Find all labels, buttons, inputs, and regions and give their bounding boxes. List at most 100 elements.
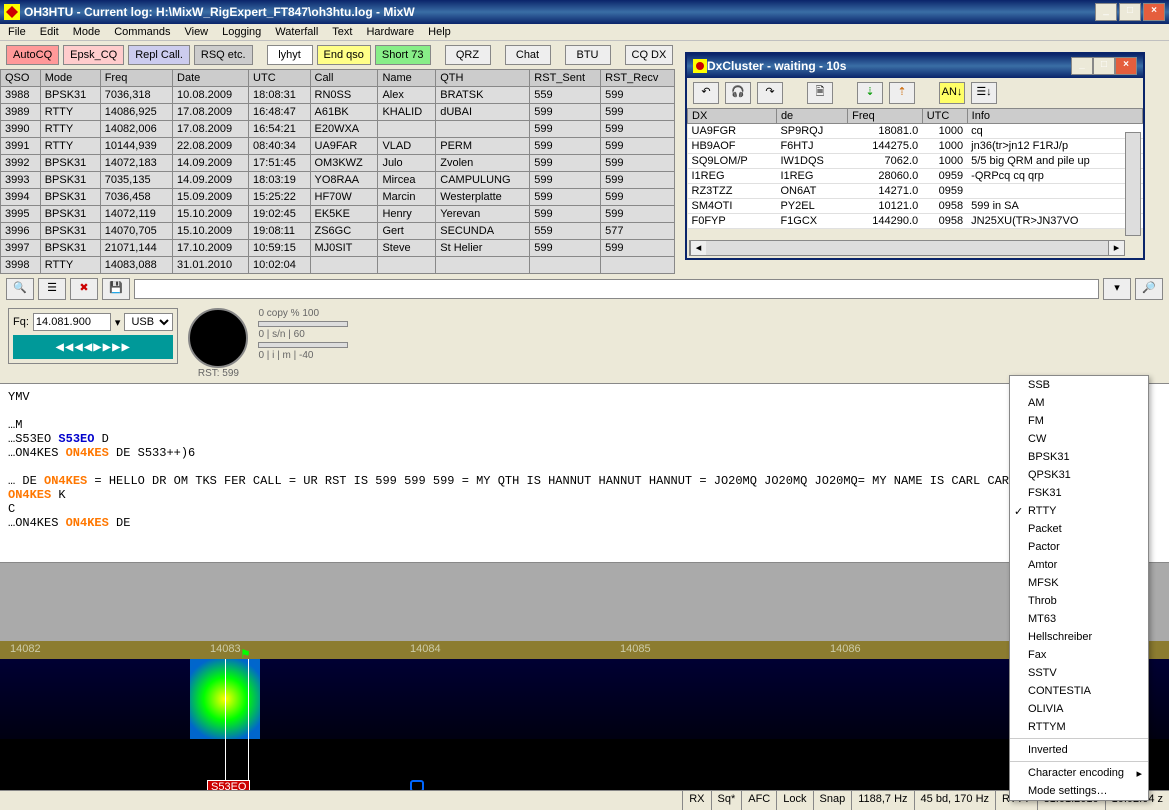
dx-hscroll-right[interactable]: ▸ <box>1108 241 1124 255</box>
macro-epsk-cq[interactable]: Epsk_CQ <box>63 45 124 65</box>
log-header[interactable]: RST_Sent <box>530 70 601 87</box>
dx-header[interactable]: Info <box>967 109 1142 124</box>
waterfall-cursor2[interactable] <box>248 659 249 796</box>
freq-dropdown-icon[interactable]: ▾ <box>115 316 121 329</box>
tx-window[interactable] <box>0 563 1169 641</box>
menu-mode[interactable]: Mode <box>73 26 101 38</box>
mode-menu-charenc[interactable]: Character encoding <box>1010 764 1148 782</box>
mode-menu-item[interactable]: MFSK <box>1010 574 1148 592</box>
menu-commands[interactable]: Commands <box>114 26 170 38</box>
log-row[interactable]: 3995BPSK3114072,11915.10.200919:02:45EK5… <box>1 206 675 223</box>
log-header[interactable]: Name <box>378 70 436 87</box>
dx-row[interactable]: F0FYPF1GCX144290.00958JN25XU(TR>JN37VO <box>688 214 1143 229</box>
mode-menu-item[interactable]: FM <box>1010 412 1148 430</box>
dx-header[interactable]: de <box>776 109 847 124</box>
waterfall-cursor[interactable] <box>225 659 226 796</box>
dx-row[interactable]: UA9FGRSP9RQJ18081.01000cq <box>688 124 1143 139</box>
minimize-button[interactable]: _ <box>1095 3 1117 21</box>
macro-btu[interactable]: BTU <box>565 45 611 65</box>
menu-help[interactable]: Help <box>428 26 451 38</box>
macro-short73[interactable]: Short 73 <box>375 45 431 65</box>
dx-header[interactable]: DX <box>688 109 777 124</box>
log-header[interactable]: RST_Recv <box>601 70 675 87</box>
dx-row[interactable]: SQ9LOM/PIW1DQS7062.010005/5 big QRM and … <box>688 154 1143 169</box>
mode-menu-item[interactable]: FSK31 <box>1010 484 1148 502</box>
binoc-button[interactable]: 🔍 <box>6 278 34 300</box>
menu-text[interactable]: Text <box>332 26 352 38</box>
dx-download-icon[interactable]: ⇣ <box>857 82 883 104</box>
dx-header[interactable]: Freq <box>848 109 923 124</box>
mode-menu-item[interactable]: MT63 <box>1010 610 1148 628</box>
mode-menu-item[interactable]: Packet <box>1010 520 1148 538</box>
log-header[interactable]: UTC <box>249 70 310 87</box>
log-row[interactable]: 3997BPSK3121071,14417.10.200910:59:15MJ0… <box>1 240 675 257</box>
log-header[interactable]: Date <box>173 70 249 87</box>
dx-upload-icon[interactable]: ⇡ <box>889 82 915 104</box>
macro-rsq[interactable]: RSQ etc. <box>194 45 253 65</box>
dx-row[interactable]: RZ3TZZON6AT14271.00959 <box>688 184 1143 199</box>
dx-hscroll-left[interactable]: ◂ <box>690 241 706 255</box>
mode-menu-item[interactable]: QPSK31 <box>1010 466 1148 484</box>
freq-mode[interactable]: USB <box>124 313 173 331</box>
dx-vscroll[interactable] <box>1125 132 1141 236</box>
delete-button[interactable]: ✖ <box>70 278 98 300</box>
dx-page-icon[interactable]: 🗎 <box>807 82 833 104</box>
dx-headphone-icon[interactable]: 🎧 <box>725 82 751 104</box>
maximize-button[interactable]: □ <box>1119 3 1141 21</box>
menu-logging[interactable]: Logging <box>222 26 261 38</box>
mode-menu-item[interactable]: SSB <box>1010 376 1148 394</box>
dx-row[interactable]: I1REGI1REG28060.00959-QRPcq cq qrp <box>688 169 1143 184</box>
dx-list-icon[interactable]: ☰↓ <box>971 82 997 104</box>
macro-lyhyt[interactable]: lyhyt <box>267 45 313 65</box>
mode-menu-item[interactable]: BPSK31 <box>1010 448 1148 466</box>
dx-back-icon[interactable]: ↶ <box>693 82 719 104</box>
dx-hscroll[interactable]: ◂ ▸ <box>689 240 1125 256</box>
log-header[interactable]: Call <box>310 70 378 87</box>
menu-view[interactable]: View <box>184 26 208 38</box>
dx-minimize[interactable]: _ <box>1071 57 1093 75</box>
menu-file[interactable]: File <box>8 26 26 38</box>
menu-hardware[interactable]: Hardware <box>366 26 414 38</box>
freq-value[interactable] <box>33 313 111 331</box>
macro-end-qso[interactable]: End qso <box>317 45 371 65</box>
log-header[interactable]: QTH <box>436 70 530 87</box>
dropdown-button[interactable]: ▾ <box>1103 278 1131 300</box>
callsign-entry[interactable] <box>134 279 1099 299</box>
log-row[interactable]: 3989RTTY14086,92517.08.200916:48:47A61BK… <box>1 104 675 121</box>
mode-menu-item[interactable]: OLIVIA <box>1010 700 1148 718</box>
mode-menu-item[interactable]: CONTESTIA <box>1010 682 1148 700</box>
mode-menu-item[interactable]: SSTV <box>1010 664 1148 682</box>
log-header[interactable]: Freq <box>100 70 172 87</box>
dx-forward-icon[interactable]: ↷ <box>757 82 783 104</box>
macro-chat[interactable]: Chat <box>505 45 551 65</box>
log-row[interactable]: 3990RTTY14082,00617.08.200916:54:21E20WX… <box>1 121 675 138</box>
status-snap[interactable]: Snap <box>813 791 852 810</box>
mode-menu-item[interactable]: Pactor <box>1010 538 1148 556</box>
rx-window[interactable]: YMV …M …S53EO S53EO D …ON4KES ON4KES DE … <box>0 383 1169 563</box>
macro-qrz[interactable]: QRZ <box>445 45 491 65</box>
dx-announce-button[interactable]: AN↓ <box>939 82 965 104</box>
mode-menu-item[interactable]: Throb <box>1010 592 1148 610</box>
log-row[interactable]: 3992BPSK3114072,18314.09.200917:51:45OM3… <box>1 155 675 172</box>
macro-cqdx[interactable]: CQ DX <box>625 45 674 65</box>
mode-menu-settings[interactable]: Mode settings… <box>1010 782 1148 800</box>
status-sq[interactable]: Sq* <box>711 791 742 810</box>
menu-edit[interactable]: Edit <box>40 26 59 38</box>
waterfall[interactable]: 14082 14083 14084 14085 14086 ⚑ S53EO <box>0 641 1169 796</box>
menu-waterfall[interactable]: Waterfall <box>275 26 318 38</box>
log-row[interactable]: 3998RTTY14083,08831.01.201010:02:04 <box>1 257 675 274</box>
mode-menu-item[interactable]: Fax <box>1010 646 1148 664</box>
log-header[interactable]: Mode <box>40 70 100 87</box>
dx-header[interactable]: UTC <box>922 109 967 124</box>
mode-menu-item[interactable]: Hellschreiber <box>1010 628 1148 646</box>
dx-close[interactable]: × <box>1115 57 1137 75</box>
status-rx[interactable]: RX <box>682 791 710 810</box>
log-row[interactable]: 3991RTTY10144,93922.08.200908:40:34UA9FA… <box>1 138 675 155</box>
mode-menu-item[interactable]: RTTY <box>1010 502 1148 520</box>
log-row[interactable]: 3994BPSK317036,45815.09.200915:25:22HF70… <box>1 189 675 206</box>
lookup-button[interactable]: 🔎 <box>1135 278 1163 300</box>
close-button[interactable]: × <box>1143 3 1165 21</box>
status-lock[interactable]: Lock <box>776 791 812 810</box>
log-row[interactable]: 3996BPSK3114070,70515.10.200919:08:11ZS6… <box>1 223 675 240</box>
mode-menu-item[interactable]: Amtor <box>1010 556 1148 574</box>
